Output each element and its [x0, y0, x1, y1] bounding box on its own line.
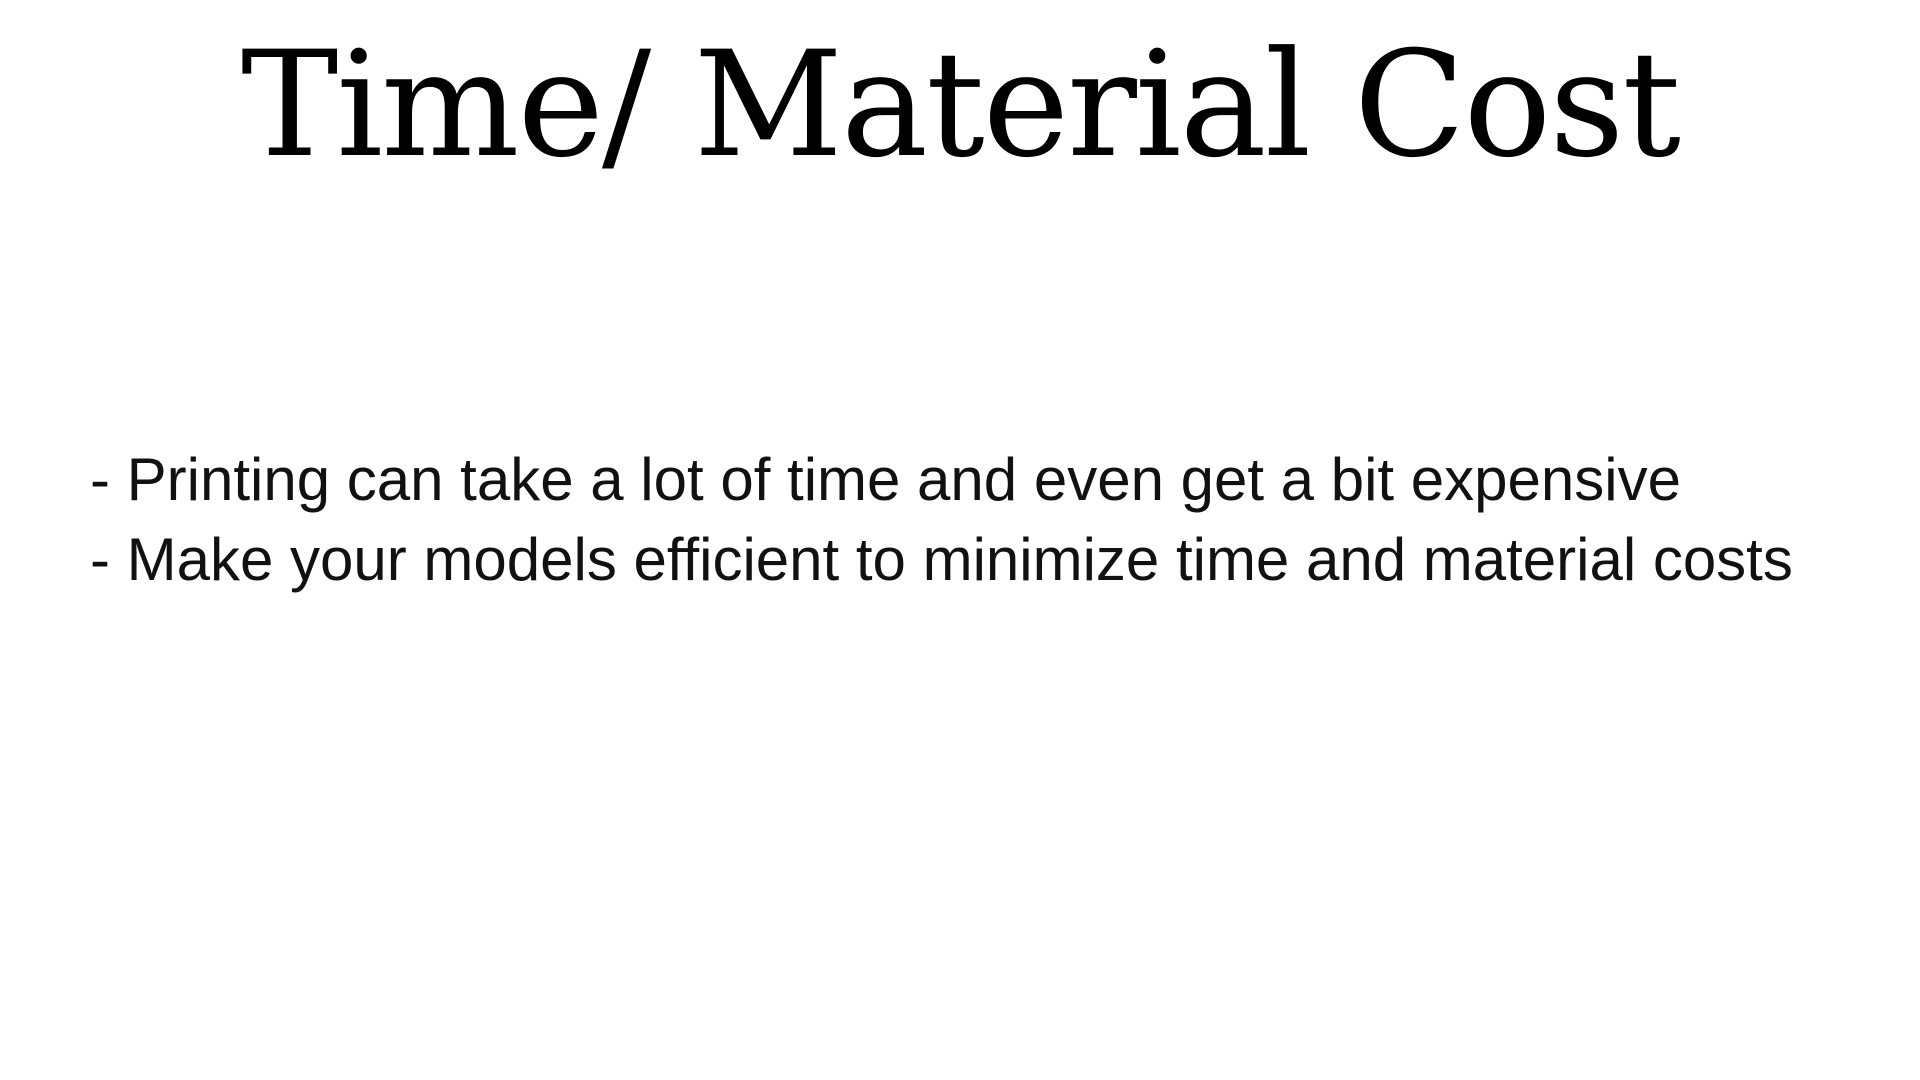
slide: Time/ Material Cost - Printing can take … — [0, 0, 1920, 1080]
bullet-list: - Printing can take a lot of time and ev… — [90, 440, 1870, 600]
bullet-item: - Printing can take a lot of time and ev… — [90, 446, 1681, 513]
slide-title: Time/ Material Cost — [241, 20, 1681, 190]
bullet-item: - Make your models efficient to minimize… — [90, 526, 1793, 593]
